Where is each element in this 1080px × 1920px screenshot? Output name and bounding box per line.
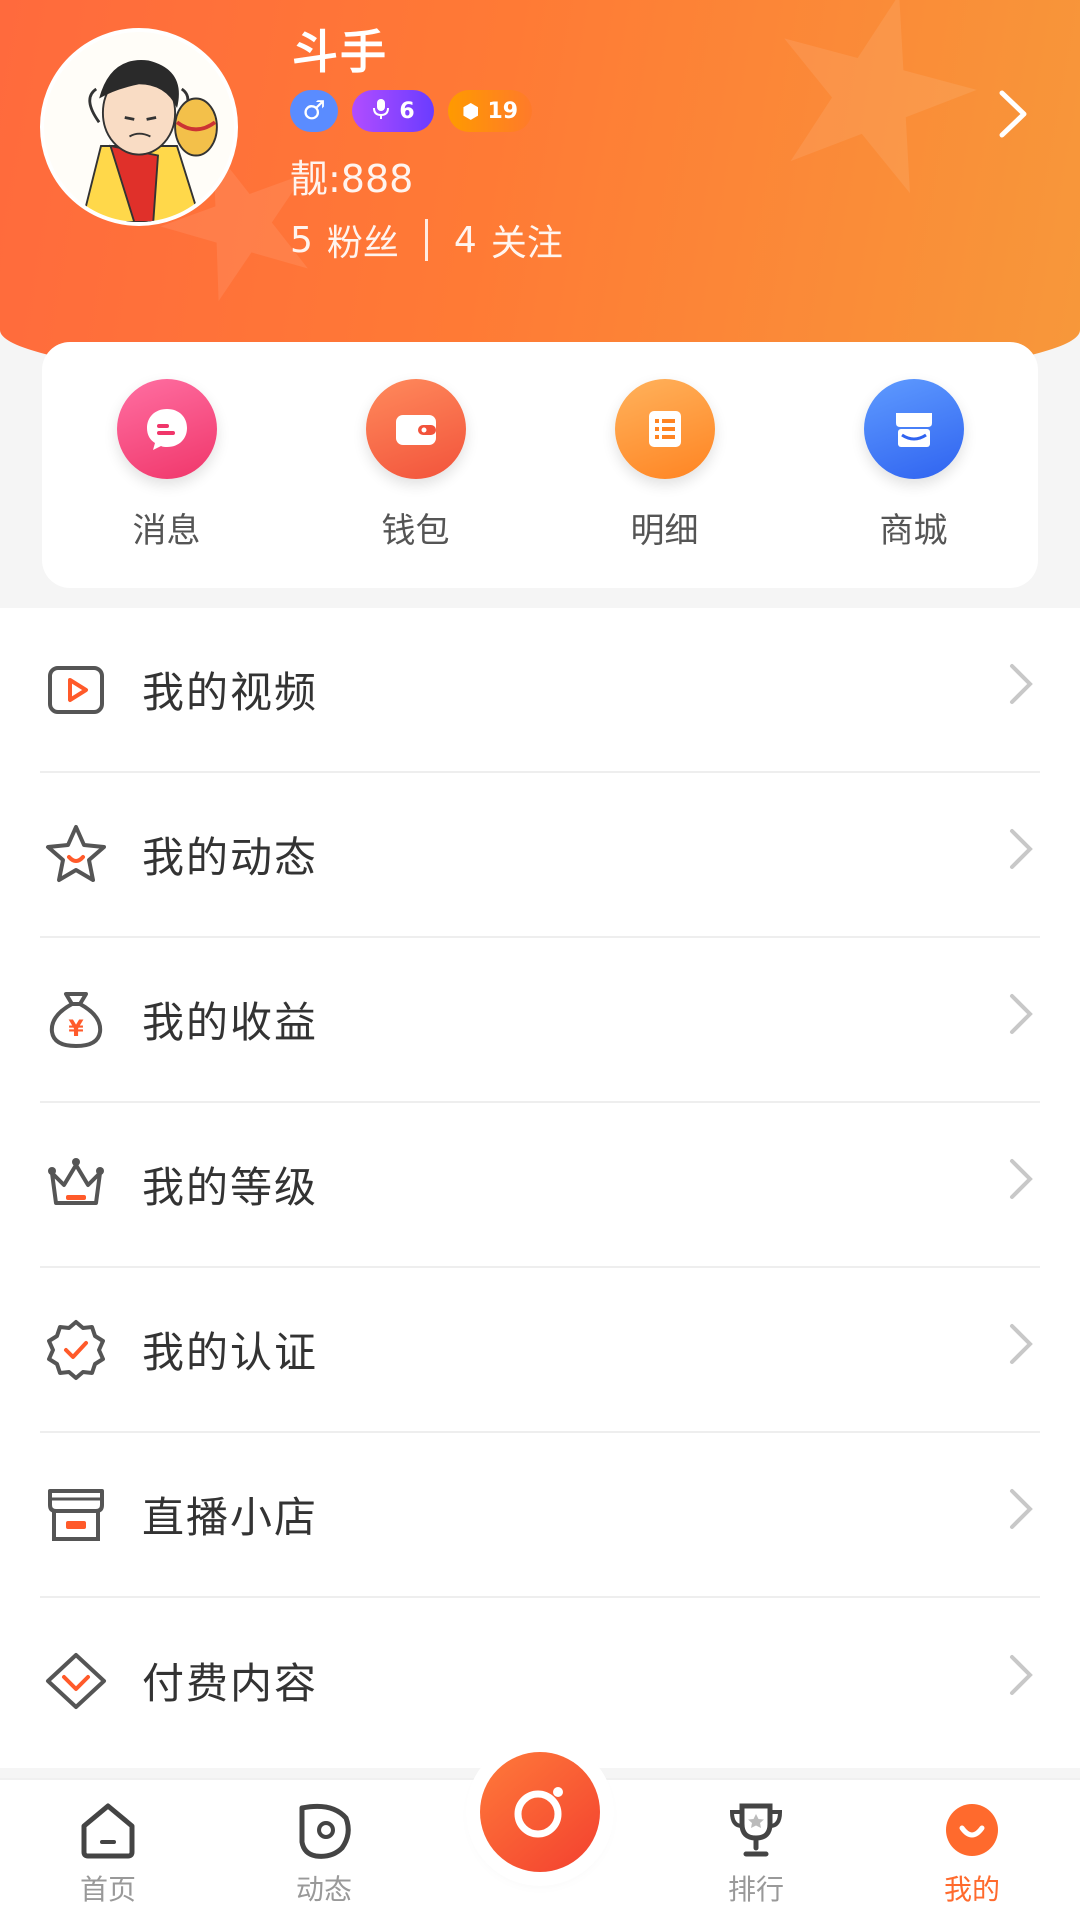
username: 斗手: [292, 25, 388, 79]
quick-action-message[interactable]: 消息: [67, 378, 267, 552]
tab-label: 动态: [295, 1873, 352, 1906]
menu-item-label: 付费内容: [142, 1659, 319, 1708]
follow-stats: 5 粉丝 4 关注: [290, 214, 563, 266]
wallet-icon: [365, 378, 466, 479]
menu-item-live-shop[interactable]: 直播小店: [40, 1433, 1040, 1598]
quick-actions-card: 消息 钱包 明细 商城: [42, 342, 1038, 588]
menu-item-my-videos[interactable]: 我的视频: [40, 608, 1040, 773]
divider: [424, 219, 428, 261]
menu-item-my-level[interactable]: 我的等级: [40, 1103, 1040, 1268]
store-icon: [40, 1479, 112, 1551]
go-live-button[interactable]: [480, 1752, 600, 1872]
fans-label[interactable]: 粉丝: [327, 214, 399, 266]
male-icon: ♂: [290, 90, 338, 132]
tab-moments[interactable]: 动态: [216, 1780, 432, 1920]
mic-level-value: 6: [399, 98, 415, 124]
tab-label: 我的: [943, 1873, 1000, 1906]
menu-item-label: 我的动态: [142, 833, 319, 882]
menu-item-my-earnings[interactable]: ¥ 我的收益: [40, 938, 1040, 1103]
tab-me[interactable]: 我的: [864, 1780, 1080, 1920]
menu-item-my-moments[interactable]: 我的动态: [40, 773, 1040, 938]
quick-action-shop[interactable]: 商城: [814, 378, 1014, 552]
menu-item-paid-content[interactable]: 付费内容: [40, 1598, 1040, 1763]
certified-icon: [40, 1314, 112, 1386]
fans-count[interactable]: 5: [290, 220, 313, 261]
mic-level-badge: 6: [352, 90, 434, 132]
list-icon: [614, 378, 715, 479]
menu-list: 我的视频 我的动态 ¥ 我的收益 我的等级 我的认证 直播小店 付费内容: [0, 608, 1080, 1768]
home-icon: [81, 1803, 135, 1859]
tab-label: 首页: [79, 1873, 136, 1906]
star-decoration-icon: ★: [721, 0, 1026, 267]
quick-action-label: 明细: [630, 510, 699, 551]
quick-action-details[interactable]: 明细: [565, 378, 765, 552]
star-icon: [40, 819, 112, 891]
trophy-icon: [729, 1803, 783, 1857]
chevron-right-icon: [1008, 662, 1034, 718]
menu-item-label: 我的等级: [142, 1163, 319, 1212]
profile-header: ★ ★ 斗手 ♂ 6 ⬢ 19 靓:888 5 粉丝 4 关注: [0, 0, 1080, 390]
chevron-right-icon: [1008, 1653, 1034, 1709]
avatar[interactable]: [40, 28, 238, 226]
coin-level-value: 19: [487, 98, 519, 124]
quick-action-label: 钱包: [381, 510, 450, 551]
badge-row: ♂ 6 ⬢ 19: [290, 90, 533, 132]
quick-action-label: 商城: [879, 510, 948, 551]
menu-item-label: 我的认证: [142, 1328, 319, 1377]
chevron-right-icon[interactable]: [988, 84, 1038, 144]
moments-icon: [299, 1803, 351, 1859]
menu-item-label: 我的收益: [142, 998, 319, 1047]
svg-text:¥: ¥: [68, 1017, 84, 1042]
quick-action-label: 消息: [132, 510, 201, 551]
quick-action-wallet[interactable]: 钱包: [316, 378, 516, 552]
microphone-icon: [371, 98, 391, 125]
chevron-right-icon: [1008, 992, 1034, 1048]
following-label[interactable]: 关注: [491, 214, 563, 266]
me-icon: [946, 1804, 998, 1856]
following-count[interactable]: 4: [454, 220, 477, 261]
coin-level-badge: ⬢ 19: [448, 90, 533, 132]
tab-home[interactable]: 首页: [0, 1780, 216, 1920]
message-icon: [116, 378, 217, 479]
diamond-icon: [40, 1645, 112, 1717]
menu-item-label: 直播小店: [142, 1493, 319, 1542]
menu-item-label: 我的视频: [142, 668, 319, 717]
crown-icon: [40, 1149, 112, 1221]
chevron-right-icon: [1008, 827, 1034, 883]
menu-item-my-certification[interactable]: 我的认证: [40, 1268, 1040, 1433]
shop-icon: [863, 378, 964, 479]
chevron-right-icon: [1008, 1322, 1034, 1378]
live-camera-icon: [514, 1787, 563, 1838]
tab-label: 排行: [727, 1873, 784, 1906]
chevron-right-icon: [1008, 1157, 1034, 1213]
beauty-number: 靓:888: [290, 157, 414, 201]
video-icon: [40, 654, 112, 726]
hexagon-icon: ⬢: [462, 99, 480, 123]
chevron-right-icon: [1008, 1487, 1034, 1543]
tab-ranking[interactable]: 排行: [648, 1780, 864, 1920]
money-bag-icon: ¥: [40, 984, 112, 1056]
